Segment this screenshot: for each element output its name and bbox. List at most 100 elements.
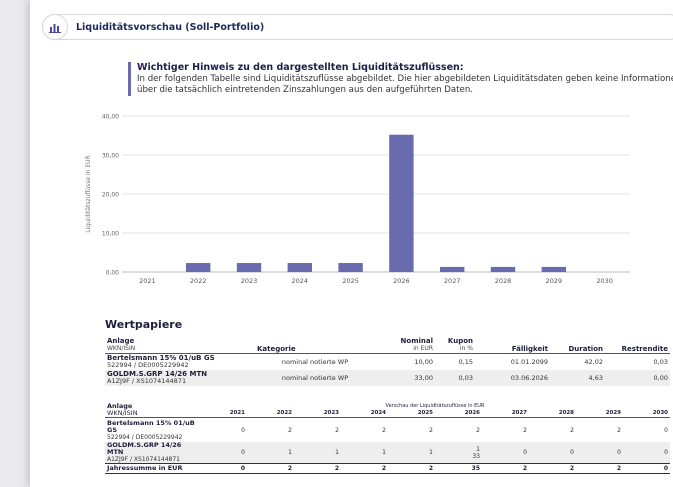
- bar: [541, 266, 566, 272]
- col-kupon: Kupon in %: [435, 333, 475, 354]
- x-tick-label: 2025: [342, 277, 359, 285]
- security-category: nominal notierte WP: [281, 373, 349, 382]
- section-header[interactable]: Liquiditätsvorschau (Soll-Portfolio): [42, 14, 673, 40]
- forecast-value: 0: [241, 426, 245, 434]
- forecast-value: 0: [664, 426, 668, 434]
- x-tick-label: 2029: [546, 277, 563, 285]
- security-duration: 42,02: [584, 357, 603, 366]
- forecast-value: 2: [570, 426, 574, 434]
- security-coupon: 0,15: [458, 357, 473, 366]
- sum-value: 2: [341, 463, 388, 474]
- sum-value: 2: [529, 463, 576, 474]
- security-name: Bertelsmann 15% 01/uB GS 522994 / DE00052…: [107, 354, 215, 369]
- forecast-value: 0: [570, 449, 574, 456]
- year-header: 2025: [417, 410, 433, 416]
- y-tick-label: 20,00: [102, 192, 119, 199]
- security-maturity: 03.06.2026: [510, 373, 548, 382]
- bar: [338, 263, 363, 272]
- x-tick-label: 2026: [393, 277, 410, 285]
- notice-body: In der folgenden Tabelle sind Liquidität…: [137, 74, 673, 95]
- security-yield: 0,03: [653, 357, 668, 366]
- bar: [186, 263, 211, 272]
- forecast-value: 0: [664, 449, 668, 456]
- col-restrendite: Restrendite: [605, 333, 670, 354]
- x-tick-label: 2030: [596, 277, 613, 285]
- y-tick-label: 30,00: [102, 153, 119, 160]
- liquidity-bar-chart: 0,00 10,00 20,00 30,00 40,00 Liquiditätszuflü…: [85, 114, 630, 285]
- forecast-value: 1 33: [472, 445, 480, 460]
- forecast-value: 2: [476, 426, 480, 434]
- forecast-value: 2: [382, 426, 386, 434]
- section-title: Liquiditätsvorschau (Soll-Portfolio): [76, 21, 265, 33]
- table-row[interactable]: Bertelsmann 15% 01/uB GS 522994 / DE00052…: [105, 418, 670, 443]
- table-row[interactable]: Bertelsmann 15% 01/uB GS 522994 / DE00052…: [105, 354, 670, 371]
- sum-value: 2: [294, 463, 341, 474]
- forecast-security: GOLDM.S.GRP 14/26 MTN A1ZJ9F / XS10741448…: [107, 441, 182, 464]
- y-axis-label: Liquiditätszuflüsse in EUR: [85, 155, 92, 232]
- security-nominal: 33,00: [414, 373, 433, 382]
- security-yield: 0,00: [653, 373, 668, 382]
- security-nominal: 10,00: [414, 357, 433, 366]
- col-anlage: Anlage WKN/ISIN: [107, 402, 138, 417]
- security-maturity: 01.01.2099: [510, 357, 548, 366]
- sum-value: 0: [623, 463, 670, 474]
- bar: [389, 134, 414, 272]
- y-tick-label: 0,00: [106, 270, 120, 277]
- forecast-security: Bertelsmann 15% 01/uB GS 522994 / DE00052…: [107, 418, 195, 441]
- bar: [287, 263, 312, 272]
- x-tick-label: 2028: [495, 277, 512, 285]
- bar: [490, 266, 516, 272]
- forecast-value: 1: [335, 449, 339, 456]
- annual-sum-row: Jahressumme in EUR 0 2 2 2 2 35 2 2 2 0: [105, 463, 670, 474]
- forecast-value: 1: [382, 449, 386, 456]
- table-row[interactable]: GOLDM.S.GRP 14/26 MTN A1ZJ9F / XS10741448…: [105, 370, 670, 386]
- year-header: 2022: [276, 410, 292, 416]
- x-tick-label: 2022: [190, 277, 207, 285]
- x-tick-label: 2027: [444, 277, 461, 285]
- securities-table: Anlage WKN/ISIN Kategorie Nominal in EUR K…: [105, 333, 670, 386]
- col-anlage: Anlage WKN/ISIN: [105, 333, 255, 354]
- liquidity-forecast-table: Anlage WKN/ISIN Verschau der Liquiditätsz…: [105, 403, 670, 474]
- forecast-value: 1: [429, 449, 433, 456]
- y-tick-label: 10,00: [102, 231, 119, 238]
- y-tick-label: 40,00: [102, 114, 119, 121]
- forecast-value: 1: [288, 449, 292, 456]
- year-header: 2021: [229, 410, 245, 416]
- col-faelligkeit: Fälligkeit: [475, 333, 550, 354]
- security-name: GOLDM.S.GRP 14/26 MTN A1ZJ9F / XS10741448…: [107, 370, 208, 385]
- sum-value: 2: [576, 463, 623, 474]
- forecast-value: 2: [429, 426, 433, 434]
- sum-value: 2: [482, 463, 529, 474]
- year-header: 2023: [323, 410, 339, 416]
- x-tick-label: 2024: [292, 277, 309, 285]
- table-header-row: Anlage WKN/ISIN Kategorie Nominal in EUR K…: [105, 333, 670, 354]
- security-category: nominal notierte WP: [281, 357, 349, 366]
- x-tick-label: 2021: [139, 277, 156, 285]
- forecast-value: 0: [523, 449, 527, 456]
- forecast-value: 0: [617, 449, 621, 456]
- important-notice: Wichtiger Hinweis zu den dargestellten L…: [128, 62, 673, 96]
- col-kategorie: Kategorie: [255, 333, 375, 354]
- year-header: 2026: [464, 410, 480, 416]
- bar: [236, 263, 262, 272]
- forecast-extra-value: 33: [472, 452, 480, 460]
- forecast-header-row: Anlage WKN/ISIN Verschau der Liquiditätsz…: [105, 403, 670, 417]
- bar: [440, 266, 465, 272]
- table-row[interactable]: GOLDM.S.GRP 14/26 MTN A1ZJ9F / XS10741448…: [105, 442, 670, 464]
- forecast-value: 2: [523, 426, 527, 434]
- forecast-value: 2: [288, 426, 292, 434]
- x-tick-label: 2023: [241, 277, 258, 285]
- year-header: 2030: [652, 410, 668, 416]
- chart-icon: [42, 14, 68, 40]
- portfolio-panel: Liquiditätsvorschau (Soll-Portfolio) Wic…: [30, 0, 673, 487]
- sum-value: 0: [200, 463, 247, 474]
- year-header: 2028: [558, 410, 574, 416]
- forecast-value: 2: [617, 426, 621, 434]
- year-header: 2027: [511, 410, 527, 416]
- sum-value: 35: [435, 463, 482, 474]
- sum-value: 2: [247, 463, 294, 474]
- sum-value: 2: [388, 463, 435, 474]
- year-header: 2029: [605, 410, 621, 416]
- col-nominal: Nominal in EUR: [375, 333, 435, 354]
- wertpapiere-title: Wertpapiere: [105, 318, 183, 331]
